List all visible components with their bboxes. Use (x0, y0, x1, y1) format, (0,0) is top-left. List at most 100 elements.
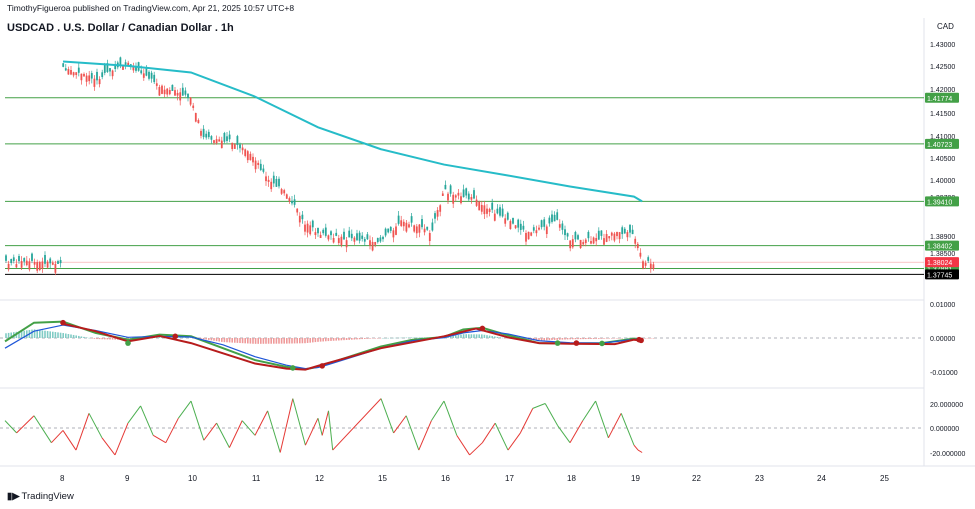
osc-histogram-bar (5, 333, 7, 338)
candle-body (5, 255, 7, 261)
osc-histogram-bar (93, 338, 96, 339)
osc-histogram-bar (351, 338, 353, 340)
momentum-segment (532, 403, 546, 409)
osc-histogram-bar (75, 335, 77, 338)
candle-body (155, 83, 158, 86)
candle-body (85, 75, 88, 82)
osc-histogram-bar (44, 330, 46, 338)
osc-histogram-bar (504, 338, 506, 339)
chart-canvas[interactable]: 1.430001.425001.420001.415001.410001.405… (0, 0, 975, 509)
osc-histogram-bar (605, 338, 608, 339)
candle-body (314, 232, 317, 236)
candle-body (80, 73, 83, 81)
osc-histogram-bar (215, 338, 218, 342)
candle-body (629, 224, 631, 233)
candle-body (428, 232, 431, 242)
crossover-dot (60, 319, 66, 326)
candle-body (353, 237, 356, 242)
candle-body (15, 264, 18, 268)
momentum-segment (317, 418, 323, 436)
osc-histogram-bar (496, 336, 499, 338)
candle-body (311, 220, 314, 228)
time-tick-label: 22 (692, 474, 701, 483)
osc-histogram-bar (390, 337, 392, 339)
osc-histogram-bar (111, 338, 114, 340)
candle-body (207, 131, 210, 138)
osc-histogram-bar (104, 338, 106, 340)
candle-body (330, 231, 332, 236)
momentum-segment (582, 400, 597, 421)
candle-body (374, 241, 377, 245)
momentum-segment (620, 413, 635, 446)
candle-body (278, 178, 280, 187)
candle-body (148, 71, 150, 79)
osc-histogram-bar (252, 338, 254, 344)
candle-body (652, 264, 655, 269)
candle-body (145, 68, 148, 76)
osc-histogram-bar (288, 338, 291, 344)
candle-body (439, 205, 442, 212)
momentum-segment (165, 417, 179, 443)
candle-body (215, 139, 218, 144)
candle-body (506, 212, 509, 220)
candle-body (473, 190, 475, 199)
candle-body (181, 87, 184, 96)
candle-body (25, 260, 28, 266)
candle-body (634, 238, 637, 244)
time-tick-label: 8 (60, 474, 65, 483)
candle-body (418, 224, 421, 233)
osc-histogram-bar (31, 329, 33, 338)
candle-body (153, 74, 156, 83)
candle-body (340, 236, 343, 246)
candle-body (168, 90, 171, 95)
osc-histogram-bar (314, 338, 317, 343)
candle-body (142, 73, 145, 78)
candle-body (51, 262, 54, 265)
candle-body (543, 219, 546, 227)
osc-histogram-bar (595, 338, 597, 339)
candle-body (618, 232, 621, 240)
osc-histogram-bar (603, 338, 605, 339)
osc-histogram-bar (296, 338, 298, 344)
osc-histogram-bar (283, 338, 285, 344)
osc-histogram-bar (231, 338, 233, 343)
candle-body (361, 235, 364, 239)
candle-body (631, 229, 634, 235)
candle-body (590, 241, 592, 244)
candle-body (197, 120, 200, 124)
candle-body (460, 196, 462, 204)
candle-body (405, 222, 408, 232)
momentum-segment (228, 420, 243, 448)
price-tick-label: 1.38900 (930, 234, 955, 241)
momentum-segment (304, 417, 319, 446)
momentum-segment (190, 400, 205, 441)
momentum-segment (507, 432, 521, 451)
osc-histogram-bar (39, 330, 41, 338)
candle-body (387, 228, 390, 233)
osc-histogram-bar (88, 337, 90, 339)
osc-histogram-bar (400, 337, 402, 339)
osc-tick-label: -0.01000 (930, 370, 958, 377)
candle-body (582, 242, 585, 245)
candle-body (54, 263, 57, 273)
candle-body (202, 128, 205, 138)
candle-body (257, 162, 260, 165)
candle-body (18, 256, 20, 262)
tradingview-logo[interactable]: ▮▶ TradingView (7, 491, 74, 502)
osc-histogram-bar (598, 338, 600, 339)
osc-histogram-bar (457, 334, 460, 338)
time-tick-label: 25 (880, 474, 889, 483)
candle-body (564, 229, 566, 236)
momentum-segment (328, 410, 334, 451)
candle-body (358, 232, 361, 241)
candle-body (109, 68, 111, 72)
candle-body (462, 189, 465, 198)
osc-histogram-bar (561, 338, 564, 340)
candle-body (166, 88, 169, 95)
osc-histogram-bar (592, 338, 595, 339)
candle-body (488, 209, 491, 213)
candle-body (569, 240, 572, 249)
osc-histogram-bar (369, 338, 371, 339)
osc-histogram-bar (254, 338, 257, 344)
momentum-tick-label: -20.000000 (930, 451, 966, 458)
